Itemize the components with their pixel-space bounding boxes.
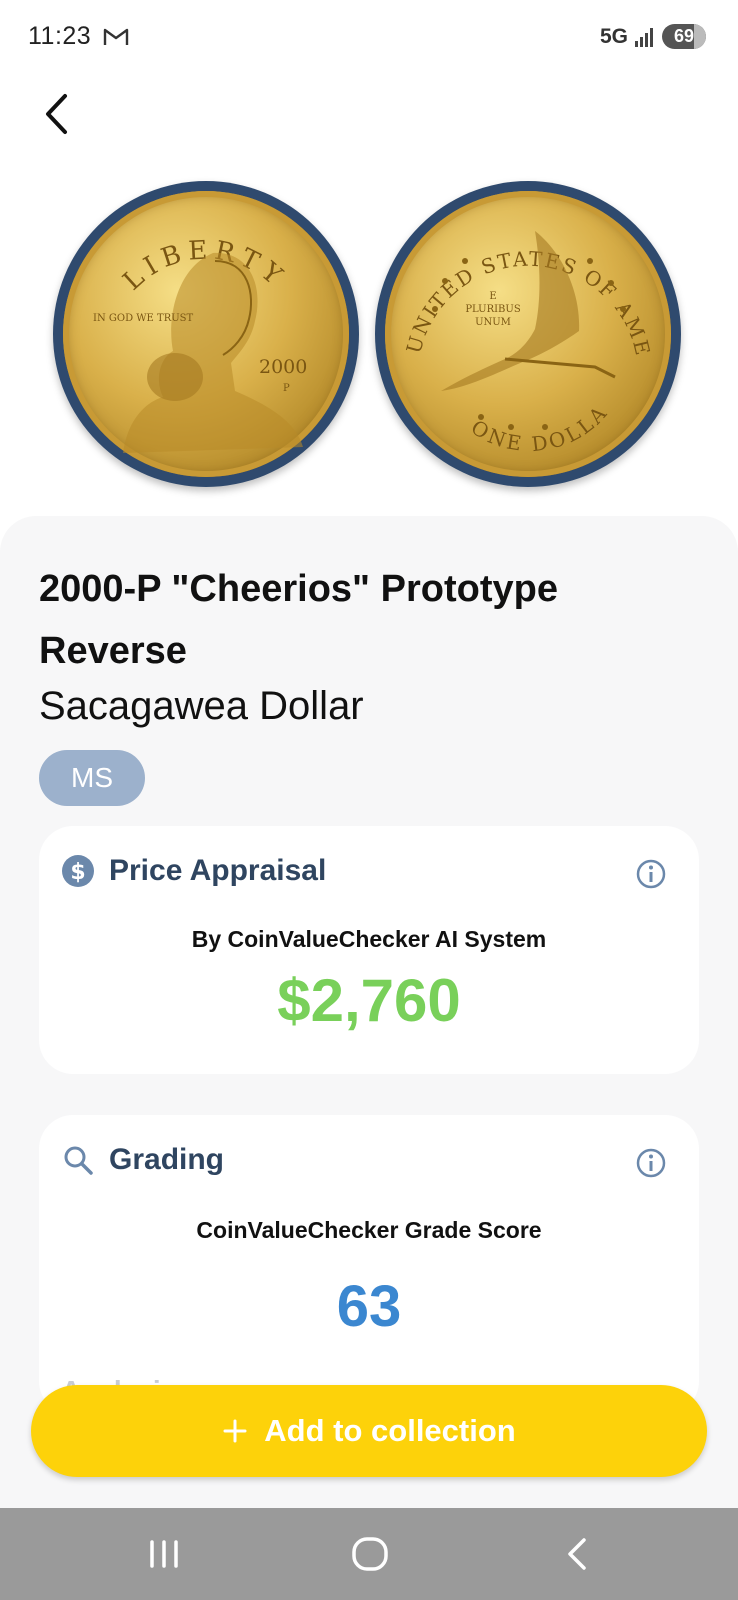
coin-reverse-art: UNITED STATES OF AMERICA ONE DOLLAR E PL… [385,191,655,456]
coin-reverse-legend: UNITED STATES OF AMERICA [385,191,653,359]
price-appraisal-card: $ Price Appraisal By CoinValueChecker AI… [39,826,699,1074]
grade-badge: MS [39,750,145,806]
coin-reverse-motto-line2: PLURIBUS [465,304,521,315]
gmail-icon [103,28,129,45]
system-nav-bar [0,1508,738,1600]
coin-reverse-image[interactable]: UNITED STATES OF AMERICA ONE DOLLAR E PL… [375,181,681,487]
battery-icon: 69 [662,24,706,49]
chevron-left-icon [46,94,67,134]
network-label: 5G [599,24,628,48]
coin-reverse-motto-line1: E [489,291,496,302]
dollar-icon: $ [62,855,94,887]
coin-obverse-motto: IN GOD WE TRUST [93,313,193,324]
grade-score: 63 [336,1274,402,1339]
status-time: 11:23 [28,22,92,50]
grading-card-title: Grading [109,1143,225,1176]
price-card-title: Price Appraisal [109,854,327,887]
price-card-subtitle: By CoinValueChecker AI System [191,926,547,952]
back-icon[interactable] [556,1534,600,1574]
coin-reverse-face: UNITED STATES OF AMERICA ONE DOLLAR E PL… [385,191,671,477]
back-button[interactable] [34,90,78,138]
recents-icon[interactable] [142,1534,186,1574]
coin-obverse-image[interactable]: LIBERTY IN GOD WE TRUST 2000 P [53,181,359,487]
price-card-header: $ Price Appraisal [61,854,326,888]
coin-reverse-motto-line3: UNUM [475,317,511,328]
add-to-collection-button[interactable]: Add to collection [31,1385,707,1477]
grading-card: Grading CoinValueChecker Grade Score 63 … [39,1115,699,1415]
signal-icon [635,27,653,47]
status-indicators: 5G 69 [600,24,706,49]
coin-title: 2000-P "Cheerios" Prototype Reverse [39,568,558,672]
status-bar: 11:23 5G 69 [0,0,738,76]
home-icon[interactable] [348,1534,392,1574]
plus-icon [223,1419,247,1443]
grading-card-subtitle: CoinValueChecker Grade Score [196,1217,542,1243]
price-value: $2,760 [277,967,461,1034]
svg-text:UNITED STATES OF AMERICA: UNITED STATES OF AMERICA [385,191,655,359]
svg-text:$: $ [70,860,85,885]
add-to-collection-label: Add to collection [264,1413,516,1448]
price-info-icon[interactable] [635,858,667,890]
coin-series: Sacagawea Dollar [39,684,364,728]
coin-obverse-face: LIBERTY IN GOD WE TRUST 2000 P [63,191,349,477]
coin-obverse-art: LIBERTY IN GOD WE TRUST 2000 P [93,235,307,453]
grading-card-header: Grading [61,1143,224,1177]
grading-info-icon[interactable] [635,1147,667,1179]
battery-level: 69 [673,26,695,46]
search-icon [64,1146,93,1175]
coin-obverse-year: 2000 [259,356,307,378]
coin-obverse-mint-mark: P [283,383,290,394]
